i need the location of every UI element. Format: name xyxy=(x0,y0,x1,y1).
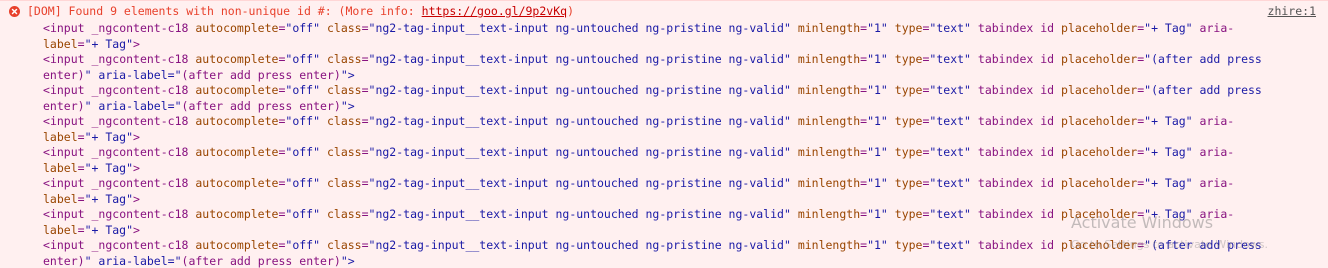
error-prefix: [DOM] Found 9 elements with non-unique i… xyxy=(27,4,422,18)
dom-element-line[interactable]: label="+ Tag"> xyxy=(43,37,1328,53)
dom-element-line[interactable]: label="+ Tag"> xyxy=(43,223,1328,239)
source-location-link[interactable]: zhire:1 xyxy=(1268,4,1316,20)
dom-element-line[interactable]: label="+ Tag"> xyxy=(43,130,1328,146)
error-text: [DOM] Found 9 elements with non-unique i… xyxy=(27,4,574,20)
dom-element-line[interactable]: <input _ngcontent-c18 autocomplete="off"… xyxy=(43,83,1328,99)
message-header: [DOM] Found 9 elements with non-unique i… xyxy=(0,4,1328,20)
dom-element-line[interactable]: label="+ Tag"> xyxy=(43,192,1328,208)
dom-element-list: <input _ngcontent-c18 autocomplete="off"… xyxy=(43,21,1328,268)
dom-element-line[interactable]: <input _ngcontent-c18 autocomplete="off"… xyxy=(43,176,1328,192)
dom-element-line[interactable]: enter)" aria-label="(after add press ent… xyxy=(43,68,1328,84)
error-circle-icon xyxy=(9,6,20,17)
dom-element-line[interactable]: <input _ngcontent-c18 autocomplete="off"… xyxy=(43,114,1328,130)
dom-element-line[interactable]: <input _ngcontent-c18 autocomplete="off"… xyxy=(43,52,1328,68)
dom-element-line[interactable]: enter)" aria-label="(after add press ent… xyxy=(43,254,1328,268)
dom-element-line[interactable]: label="+ Tag"> xyxy=(43,161,1328,177)
dom-element-line[interactable]: <input _ngcontent-c18 autocomplete="off"… xyxy=(43,207,1328,223)
error-suffix: ) xyxy=(567,4,574,18)
dom-element-line[interactable]: enter)" aria-label="(after add press ent… xyxy=(43,99,1328,115)
more-info-link[interactable]: https://goo.gl/9p2vKq xyxy=(422,4,567,18)
dom-element-line[interactable]: <input _ngcontent-c18 autocomplete="off"… xyxy=(43,238,1328,254)
console-error-message: [DOM] Found 9 elements with non-unique i… xyxy=(0,0,1328,268)
dom-element-line[interactable]: <input _ngcontent-c18 autocomplete="off"… xyxy=(43,145,1328,161)
dom-element-line[interactable]: <input _ngcontent-c18 autocomplete="off"… xyxy=(43,21,1328,37)
